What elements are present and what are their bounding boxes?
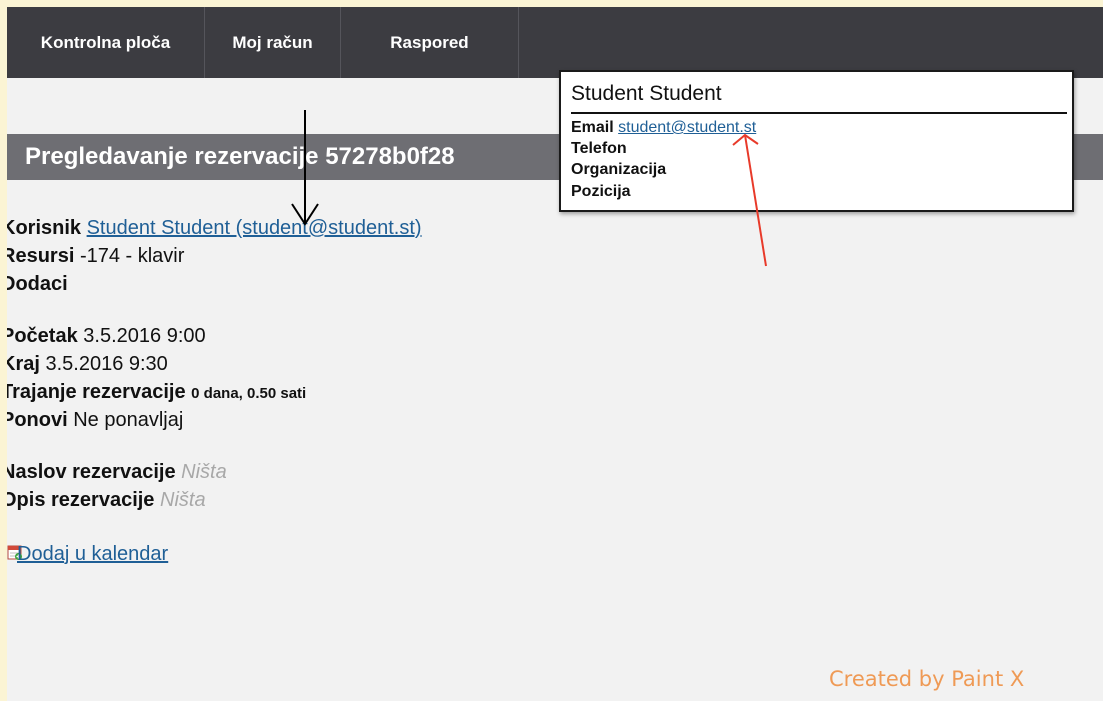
end-label: Kraj [7,353,40,375]
detail-reservation-description: Opis rezervacije Ništa [7,489,206,512]
detail-resources: Resursi -174 - klavir [7,245,184,268]
nav-separator [518,7,519,78]
popup-divider [571,112,1067,114]
reservation-title-value: Ništa [181,461,227,483]
detail-end: Kraj 3.5.2016 9:30 [7,353,168,376]
popup-email-label: Email [571,119,614,136]
add-to-calendar-link[interactable]: Dodaj u kalendar [17,543,168,565]
user-label: Korisnik [7,217,82,239]
detail-extras: Dodaci [7,273,68,296]
repeat-value: Ne ponavljaj [73,409,184,431]
end-value: 3.5.2016 9:30 [45,353,168,375]
add-to-calendar: Dodaj u kalendar [17,543,168,566]
detail-reservation-title: Naslov rezervacije Ništa [7,461,227,484]
repeat-label: Ponovi [7,409,68,431]
resources-value: -174 - klavir [79,245,185,267]
detail-repeat: Ponovi Ne ponavljaj [7,409,183,432]
reservation-description-value: Ništa [160,489,206,511]
extras-label: Dodaci [7,273,68,295]
duration-label: Trajanje rezervacije [7,381,186,403]
popup-email-link[interactable]: student@student.st [618,119,756,136]
user-link[interactable]: Student Student (student@student.st) [87,217,422,239]
nav-item-schedule[interactable]: Raspored [341,7,518,78]
page-title: Pregledavanje rezervacije 57278b0f28 [25,143,455,170]
user-info-popup: Student Student Email student@student.st… [559,70,1074,212]
watermark-text: Created by Paint X [829,667,1025,691]
popup-position-label: Pozicija [571,183,631,200]
popup-user-name: Student Student [571,82,722,105]
top-navigation: Kontrolna ploča Moj račun Raspored [7,7,1103,78]
detail-duration: Trajanje rezervacije 0 dana, 0.50 sati [7,381,306,404]
reservation-description-label: Opis rezervacije [7,489,155,511]
popup-phone-label: Telefon [571,140,627,157]
popup-email-row: Email student@student.st [571,119,756,137]
popup-organization-label: Organizacija [571,161,667,178]
nav-item-my-account[interactable]: Moj račun [205,7,340,78]
reservation-title-label: Naslov rezervacije [7,461,176,483]
detail-start: Početak 3.5.2016 9:00 [7,325,206,348]
nav-item-dashboard[interactable]: Kontrolna ploča [7,7,204,78]
app-window: Kontrolna ploča Moj račun Raspored Pregl… [7,7,1103,701]
resources-label: Resursi [7,245,75,267]
start-label: Početak [7,325,78,347]
detail-user: Korisnik Student Student (student@studen… [7,217,422,240]
duration-value: 0 dana, 0.50 sati [191,385,307,402]
start-value: 3.5.2016 9:00 [83,325,206,347]
